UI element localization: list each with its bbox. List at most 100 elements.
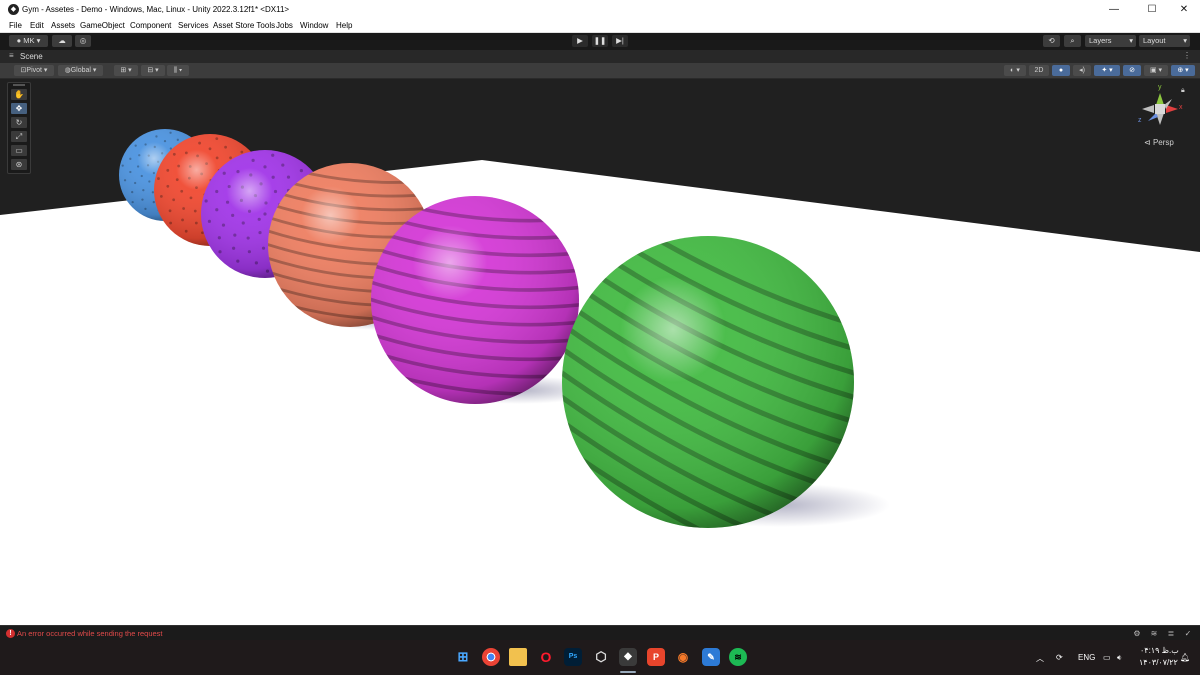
scene-tab-row: ≡ Scene ⋮ [0, 50, 1200, 63]
menu-gameobject[interactable]: GameObject [80, 21, 125, 30]
photoshop-icon[interactable]: Ps [564, 648, 582, 666]
rotate-tool[interactable]: ↻ [11, 117, 27, 128]
collab-icon: ◎ [79, 36, 87, 45]
layout-label: Layout [1143, 36, 1166, 45]
window-title: Gym - Assetes - Demo - Windows, Mac, Lin… [22, 5, 290, 14]
lighting-toggle[interactable]: ● [1052, 65, 1070, 76]
clock-time[interactable]: ۰۴:۱۹ ب.ظ [1140, 646, 1179, 655]
menu-edit[interactable]: Edit [30, 21, 44, 30]
rotate-icon: ↻ [15, 118, 23, 127]
collab-button[interactable]: ◎ [75, 35, 91, 47]
snap-increment-button[interactable]: ⊟ ▾ [141, 65, 165, 76]
taskbar: ⊞ O Ps ⬡ ◆ P ◉ ✎ ≋ ︿ ⟳ ENG ▭ 🔉︎ ۰۴:۱۹ ب.… [0, 640, 1200, 675]
chrome-icon[interactable] [482, 648, 500, 666]
menu-jobs[interactable]: Jobs [276, 21, 293, 30]
file-explorer-icon[interactable] [509, 648, 527, 666]
global-dropdown[interactable]: ◍Global ▾ [58, 65, 103, 76]
align-button[interactable]: ⫼ ▾ [167, 65, 189, 76]
blender-icon[interactable]: ◉ [674, 648, 692, 666]
transform-tool[interactable]: ⊛ [11, 159, 27, 170]
chevron-up-icon[interactable]: ︿ [1036, 653, 1044, 664]
menu-file[interactable]: File [9, 21, 22, 30]
camera-icon: ▣ ▾ [1149, 67, 1163, 74]
sync-icon[interactable]: ⟳ [1056, 653, 1063, 662]
pivot-dropdown[interactable]: ⊡Pivot ▾ [14, 65, 54, 76]
draw-mode-dropdown[interactable]: ◐ ▾ [1004, 65, 1026, 76]
play-button[interactable]: ▶ [572, 35, 588, 47]
mode-2d-button[interactable]: 2D [1029, 65, 1049, 76]
cloud-icon: ☁ [58, 36, 66, 45]
more-options-icon[interactable]: ⋮ [1183, 51, 1191, 60]
step-button[interactable]: ▶| [612, 35, 628, 47]
palette-handle[interactable] [13, 84, 25, 86]
menu-help[interactable]: Help [336, 21, 352, 30]
check-icon[interactable]: ✓ [1183, 629, 1193, 639]
layers-dropdown[interactable]: Layers ▾ [1085, 35, 1136, 47]
status-error-message[interactable]: An error occurred while sending the requ… [17, 629, 163, 638]
spotify-icon[interactable]: ≋ [729, 648, 747, 666]
account-label: MK [23, 36, 35, 45]
scale-tool[interactable]: ⤢ [11, 131, 27, 142]
gizmos-dropdown[interactable]: ⊕ ▾ [1171, 65, 1195, 76]
menu-asset-store-tools[interactable]: Asset Store Tools [213, 21, 275, 30]
unity-hub-icon[interactable]: ⬡ [592, 648, 610, 666]
lock-icon[interactable]: 🔒︎ [1181, 87, 1185, 95]
hand-icon: ✋ [14, 90, 24, 99]
history-button[interactable]: ⟲ [1043, 35, 1060, 47]
rect-tool[interactable]: ▭ [11, 145, 27, 156]
audio-toggle[interactable]: ◂) [1073, 65, 1091, 76]
account-dropdown[interactable]: ● MK ▾ [9, 35, 48, 47]
progress-icon[interactable]: ≣ [1166, 629, 1176, 639]
paint-icon[interactable]: ✎ [702, 648, 720, 666]
account-icon: ● [16, 36, 22, 45]
persp-icon: ⊲ [1144, 138, 1153, 147]
menu-assets[interactable]: Assets [51, 21, 75, 30]
clock-date[interactable]: ۱۴۰۳/۰۷/۲۲ [1139, 658, 1178, 667]
minimize-button[interactable]: — [1104, 3, 1124, 17]
transform-icon: ⊛ [15, 160, 23, 169]
hidden-objects-toggle[interactable]: ⊘ [1123, 65, 1141, 76]
pause-button[interactable]: ❚❚ [592, 35, 608, 47]
menu-services[interactable]: Services [178, 21, 209, 30]
maximize-button[interactable]: ☐ [1142, 3, 1162, 17]
camera-dropdown[interactable]: ▣ ▾ [1144, 65, 1168, 76]
persp-toggle[interactable]: ⊲ Persp [1144, 138, 1174, 147]
active-app-indicator [620, 671, 636, 673]
cache-server-icon[interactable]: ≋ [1149, 629, 1159, 639]
orientation-gizmo[interactable]: y x z [1138, 84, 1183, 137]
audio-icon: ◂) [1079, 67, 1085, 74]
grid-icon: ⊞ ▾ [120, 67, 132, 74]
gizmo-x-label: x [1179, 104, 1183, 111]
effects-dropdown[interactable]: ✦ ▾ [1094, 65, 1120, 76]
cloud-button[interactable]: ☁ [52, 35, 72, 47]
scene-render [0, 129, 1200, 625]
tools-palette: ✋ ✥ ↻ ⤢ ▭ ⊛ [7, 82, 31, 174]
grid-snap-button[interactable]: ⊞ ▾ [114, 65, 138, 76]
menu-window[interactable]: Window [300, 21, 328, 30]
close-button[interactable]: ✕ [1174, 3, 1194, 17]
eye-off-icon: ⊘ [1129, 67, 1135, 74]
hand-tool[interactable]: ✋ [11, 89, 27, 100]
network-icon[interactable]: ⚙ [1132, 629, 1142, 639]
volume-icon[interactable]: 🔉︎ [1117, 653, 1122, 663]
snap-icon: ⊟ ▾ [147, 67, 159, 74]
unity-logo-icon: ◆ [8, 4, 19, 15]
unity-icon[interactable]: ◆ [619, 648, 637, 666]
search-button[interactable]: ⌕ [1064, 35, 1081, 47]
notification-icon[interactable]: 🔔︎ [1180, 653, 1190, 662]
tab-scene[interactable]: Scene [20, 52, 43, 61]
layout-dropdown[interactable]: Layout ▾ [1139, 35, 1190, 47]
postman-icon[interactable]: P [647, 648, 665, 666]
menu-component[interactable]: Component [130, 21, 171, 30]
rect-icon: ▭ [15, 146, 23, 155]
window-titlebar: ◆ Gym - Assetes - Demo - Windows, Mac, L… [0, 0, 1200, 20]
move-tool[interactable]: ✥ [11, 103, 27, 114]
language-indicator[interactable]: ENG [1078, 653, 1095, 662]
lightbulb-icon: ● [1058, 67, 1064, 74]
scene-viewport[interactable]: y x z 🔒︎ ⊲ Persp [0, 79, 1200, 625]
monitor-icon[interactable]: ▭ [1103, 653, 1111, 662]
gizmo-z-label: z [1138, 117, 1142, 124]
windows-start-icon[interactable]: ⊞ [454, 648, 472, 666]
error-icon[interactable]: ! [6, 629, 15, 638]
opera-icon[interactable]: O [537, 648, 555, 666]
